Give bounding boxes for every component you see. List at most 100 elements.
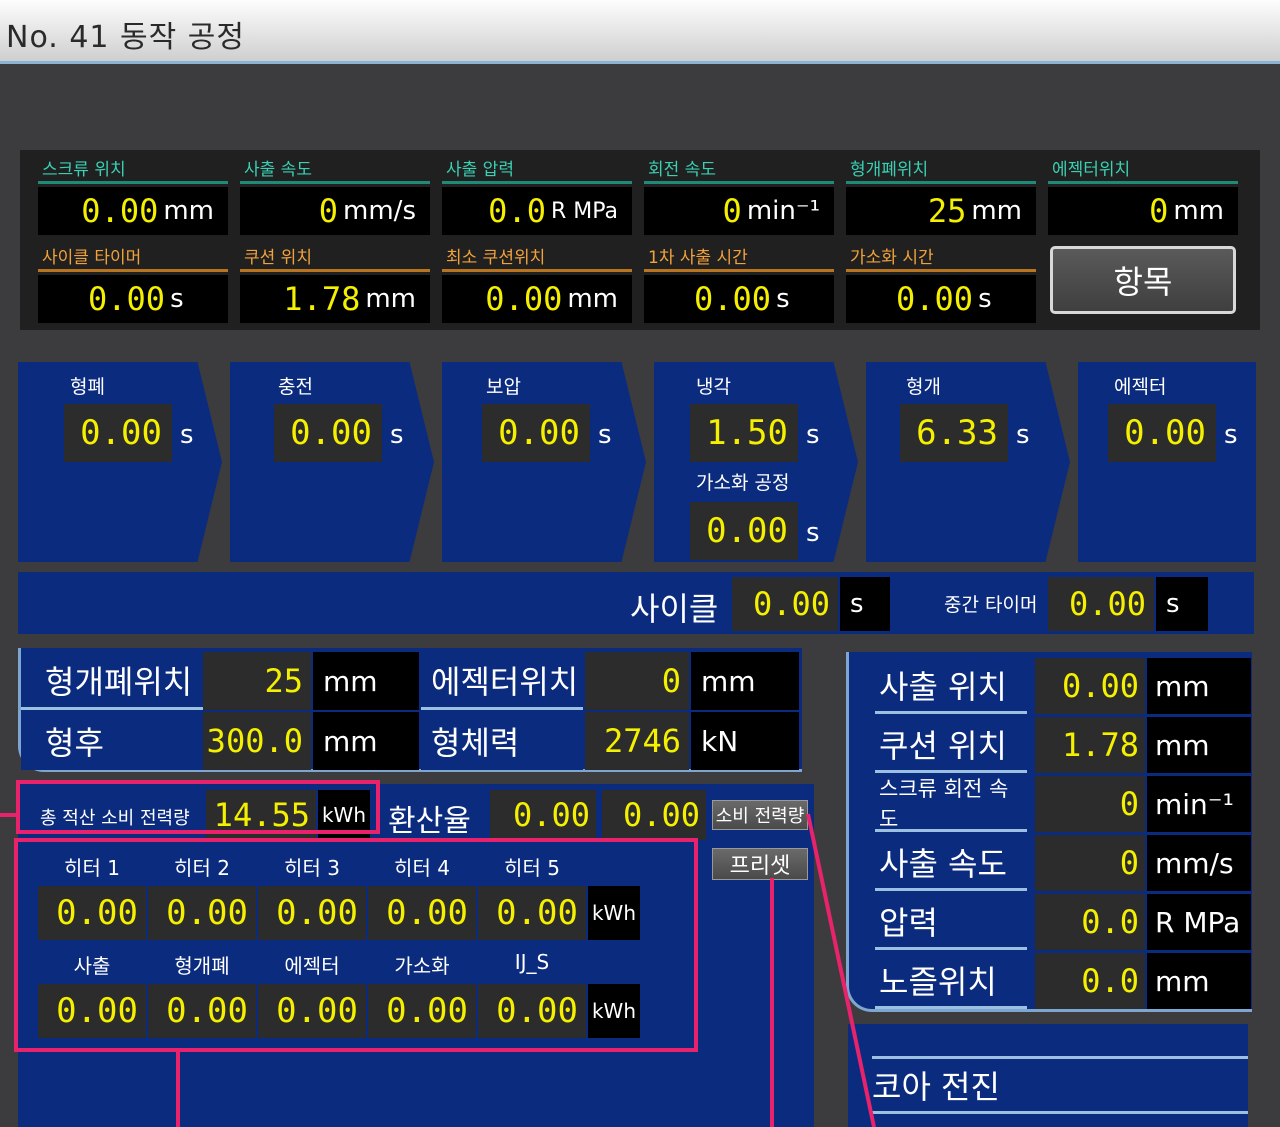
step-filling[interactable]: 충전 0.00 s: [230, 362, 434, 562]
status-value-box: 0: [1035, 776, 1145, 832]
step-mold-close[interactable]: 형폐 0.00 s: [18, 362, 222, 562]
status-value-box: 0.00: [1035, 658, 1145, 714]
clamp-force-value-box: 2746: [585, 712, 689, 770]
mold-position-unit: mm: [313, 652, 419, 710]
step-unit: s: [806, 420, 820, 450]
status-value: 0: [1119, 785, 1139, 823]
step-value-box[interactable]: 6.33: [900, 404, 1008, 462]
conversion-rate-value-box[interactable]: 0.00: [490, 790, 596, 840]
step-value-box[interactable]: 0.00: [482, 404, 590, 462]
status-label: 압력: [875, 894, 1027, 950]
conversion-rate-value-2-box[interactable]: 0.00: [602, 790, 706, 840]
mold-panel: 형개폐위치 25 mm 에젝터위치 0 mm 형후 300.0 mm 형체력 2…: [18, 648, 802, 772]
monitor-value-box: 0 min⁻¹: [644, 187, 834, 235]
consumption-button[interactable]: 소비 전력량: [712, 800, 808, 830]
monitor-unit: s: [170, 284, 184, 314]
monitor-value: 0.00: [694, 280, 772, 318]
step-value-box[interactable]: 0.00: [274, 404, 382, 462]
step-unit: s: [390, 420, 404, 450]
title-bar: No. 41 동작 공정: [0, 0, 1280, 64]
step-holding[interactable]: 보압 0.00 s: [442, 362, 646, 562]
status-label: 스크류 회전 속도: [875, 776, 1027, 832]
monitor-screw-position: 스크류 위치 0.00 mm: [38, 150, 228, 235]
step-label: 충전: [278, 376, 313, 398]
status-unit: mm/s: [1147, 835, 1251, 891]
monitor-unit: R MPa: [550, 198, 618, 224]
monitor-cushion-position: 쿠션 위치 1.78 mm: [240, 238, 430, 323]
preset-button[interactable]: 프리셋: [712, 848, 808, 880]
status-value-box: 0: [1035, 835, 1145, 891]
monitor-unit: mm: [1173, 196, 1224, 226]
monitor-value: 0.00: [485, 280, 563, 318]
step-value: 0.00: [1124, 413, 1206, 453]
monitor-value-box: 0 mm/s: [240, 187, 430, 235]
monitor-label: 가소화 시간: [846, 238, 1036, 272]
monitor-value: 0: [1149, 192, 1169, 230]
monitor-label: 쿠션 위치: [240, 238, 430, 272]
step-sub-value-box[interactable]: 0.00: [690, 502, 798, 560]
monitor-cycle-timer: 사이클 타이머 0.00 s: [38, 238, 228, 323]
mold-position-value: 25: [264, 662, 303, 700]
item-button[interactable]: 항목: [1050, 246, 1236, 314]
status-label: 노즐위치: [875, 953, 1027, 1009]
step-unit: s: [598, 420, 612, 450]
status-value: 0.0: [1081, 903, 1139, 941]
monitor-label: 스크류 위치: [38, 150, 228, 184]
monitor-unit: mm: [971, 196, 1022, 226]
clamp-force-unit: kN: [691, 712, 799, 770]
cycle-unit: s: [840, 577, 890, 631]
screen-title: No. 41 동작 공정: [6, 20, 245, 55]
core-advance-label[interactable]: 코아 전진: [872, 1056, 1248, 1114]
monitor-ejector-position: 에젝터위치 0 mm: [1048, 150, 1238, 235]
monitor-value-box: 0.0 R MPa: [442, 187, 632, 235]
mold-thickness-label: 형후: [21, 712, 203, 770]
status-unit: min⁻¹: [1147, 776, 1251, 832]
monitor-value-box: 0 mm: [1048, 187, 1238, 235]
monitor-label: 최소 쿠션위치: [442, 238, 632, 272]
cycle-value-box: 0.00: [732, 577, 838, 631]
ejector-position-value: 0: [661, 662, 681, 700]
monitor-value: 0.0: [488, 192, 546, 230]
ejector-position-unit: mm: [691, 652, 799, 710]
monitor-injection-speed: 사출 속도 0 mm/s: [240, 150, 430, 235]
status-unit: mm: [1147, 658, 1251, 714]
monitor-value: 0: [318, 192, 339, 230]
monitor-unit: mm: [163, 196, 214, 226]
conversion-rate-value: 0.00: [512, 796, 590, 834]
step-value: 0.00: [290, 413, 372, 453]
mold-position-value-box: 25: [203, 652, 311, 710]
step-mold-open[interactable]: 형개 6.33 s: [866, 362, 1070, 562]
ejector-position-label: 에젝터위치: [421, 652, 583, 710]
monitor-value-box: 1.78 mm: [240, 275, 430, 323]
monitor-value: 0: [722, 192, 742, 230]
step-cooling[interactable]: 냉각 1.50 s 가소화 공정 0.00 s: [654, 362, 858, 562]
step-value-box[interactable]: 1.50: [690, 404, 798, 462]
step-value: 1.50: [706, 413, 788, 453]
monitor-plasticizing-time: 가소화 시간 0.00 s: [846, 238, 1036, 323]
monitor-label: 형개폐위치: [846, 150, 1036, 184]
intermediate-timer-value: 0.00: [1068, 585, 1146, 623]
step-sub-unit: s: [806, 518, 820, 548]
step-ejector[interactable]: 에젝터 0.00 s: [1078, 362, 1256, 562]
monitor-unit: mm: [365, 284, 416, 314]
step-value-box[interactable]: 0.00: [64, 404, 172, 462]
conversion-rate-label: 환산율: [388, 804, 471, 839]
cycle-bar: 사이클 0.00 s 중간 타이머 0.00 s: [18, 572, 1254, 634]
step-value: 0.00: [80, 413, 162, 453]
mold-position-label: 형개폐위치: [21, 652, 203, 710]
status-label: 사출 속도: [875, 835, 1027, 891]
step-value-box[interactable]: 0.00: [1108, 404, 1216, 462]
status-unit: R MPa: [1147, 894, 1251, 950]
highlight-total-energy: [16, 780, 380, 834]
clamp-force-value: 2746: [603, 722, 681, 760]
monitor-value-box: 0.00 mm: [38, 187, 228, 235]
monitor-unit: min⁻¹: [746, 196, 820, 226]
monitor-panel: 스크류 위치 0.00 mm 사출 속도 0 mm/s 사출 압력 0.0 R MPa…: [20, 150, 1260, 330]
intermediate-timer-unit: s: [1156, 577, 1208, 631]
step-label: 형폐: [70, 376, 105, 398]
clamp-force-label: 형체력: [421, 712, 583, 770]
cycle-label: 사이클: [630, 590, 719, 628]
monitor-value: 0.00: [81, 192, 159, 230]
monitor-first-injection-time: 1차 사출 시간 0.00 s: [644, 238, 834, 323]
mold-thickness-value: 300.0: [206, 722, 303, 760]
